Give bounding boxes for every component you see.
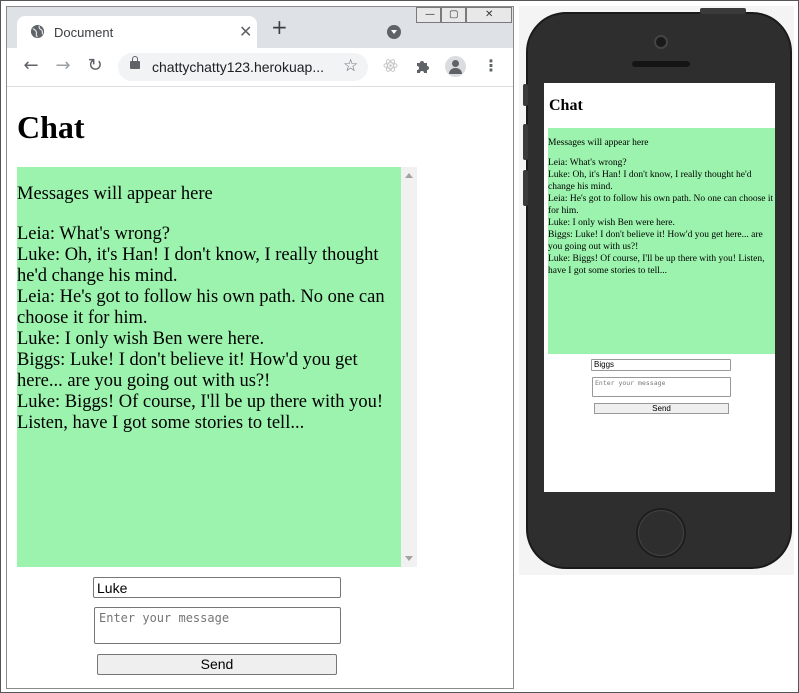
message-line: Luke: I only wish Ben were here.: [17, 329, 265, 349]
window-controls: — ▢ ✕: [416, 7, 513, 24]
maximize-button[interactable]: ▢: [441, 7, 466, 23]
globe-icon: [30, 24, 45, 39]
address-bar[interactable]: chattychatty123.herokuap... ☆: [118, 53, 368, 81]
tab-title: Document: [54, 25, 114, 40]
phone-page-title: Chat: [549, 97, 583, 114]
tab-close-icon[interactable]: ✕: [239, 22, 252, 41]
scroll-down-icon[interactable]: [405, 556, 413, 561]
phone-message-line: Luke: Oh, it's Han! I don't know, I real…: [548, 170, 752, 192]
message-line: Luke: Oh, it's Han! I don't know, I real…: [17, 245, 379, 286]
phone-volume-up: [523, 124, 528, 160]
phone-power-button: [700, 8, 746, 14]
phone-message-line: Leia: He's got to follow his own path. N…: [548, 194, 774, 216]
scroll-up-icon[interactable]: [405, 173, 413, 178]
back-icon[interactable]: ←: [21, 56, 41, 76]
page-title: Chat: [17, 109, 85, 145]
url-text[interactable]: chattychatty123.herokuap...: [152, 59, 324, 75]
phone-message-line: Luke: Biggs! Of course, I'll be up there…: [548, 254, 765, 276]
send-button[interactable]: Send: [97, 654, 337, 675]
message-line: Leia: He's got to follow his own path. N…: [17, 287, 385, 328]
browser-window: Document ✕ + — ▢ ✕ ← → ↻ chattychatty123…: [6, 6, 514, 689]
phone-mute-switch: [523, 84, 528, 106]
tab-search-icon[interactable]: [387, 25, 401, 39]
tab-strip: Document ✕ + — ▢ ✕: [7, 7, 513, 48]
phone-screen: Chat Messages will appear here Leia: Wha…: [544, 83, 775, 492]
phone-message-line: Biggs: Luke! I don't believe it! How'd y…: [548, 230, 763, 252]
forward-icon[interactable]: →: [53, 56, 73, 76]
message-input[interactable]: [94, 607, 341, 644]
react-devtools-icon[interactable]: [383, 58, 398, 77]
messages-placeholder: Messages will appear here: [17, 184, 213, 204]
puzzle-icon[interactable]: [415, 58, 431, 78]
page-content: Chat Messages will appear here Leia: Wha…: [7, 87, 513, 687]
bookmark-star-icon[interactable]: ☆: [343, 56, 358, 76]
message-line: Leia: What's wrong?: [17, 224, 170, 244]
browser-toolbar: ← → ↻ chattychatty123.herokuap... ☆ ⋮: [7, 48, 513, 87]
phone-message-line: Luke: I only wish Ben were here.: [548, 218, 675, 228]
phone-message-input[interactable]: Enter your message: [592, 377, 731, 397]
new-tab-button[interactable]: +: [271, 17, 288, 37]
tab-document[interactable]: Document ✕: [17, 16, 257, 48]
menu-icon[interactable]: ⋮: [483, 56, 499, 76]
phone-message-line: Leia: What's wrong?: [548, 158, 627, 168]
close-window-button[interactable]: ✕: [466, 7, 512, 23]
close-icon: ✕: [485, 9, 494, 20]
avatar-icon[interactable]: [445, 56, 466, 77]
name-input[interactable]: [93, 577, 341, 598]
maximize-icon: ▢: [449, 9, 459, 20]
phone-camera-icon: [654, 35, 668, 49]
phone-send-button[interactable]: Send: [594, 403, 729, 414]
minimize-icon: —: [425, 9, 435, 20]
phone-messages-area[interactable]: Messages will appear here Leia: What's w…: [548, 128, 775, 354]
message-line: Biggs: Luke! I don't believe it! How'd y…: [17, 350, 358, 391]
phone-home-button[interactable]: [636, 508, 686, 558]
phone-name-input[interactable]: Biggs: [591, 359, 731, 371]
lock-icon[interactable]: [130, 56, 140, 69]
reload-icon[interactable]: ↻: [85, 56, 105, 76]
messages-scrollbar[interactable]: [401, 167, 417, 567]
messages-area[interactable]: Messages will appear here Leia: What's w…: [17, 167, 401, 567]
message-line: Luke: Biggs! Of course, I'll be up there…: [17, 392, 384, 433]
phone-messages-placeholder: Messages will appear here: [548, 138, 649, 148]
phone-speaker: [632, 61, 690, 67]
phone-volume-down: [523, 170, 528, 206]
minimize-button[interactable]: —: [416, 7, 441, 23]
